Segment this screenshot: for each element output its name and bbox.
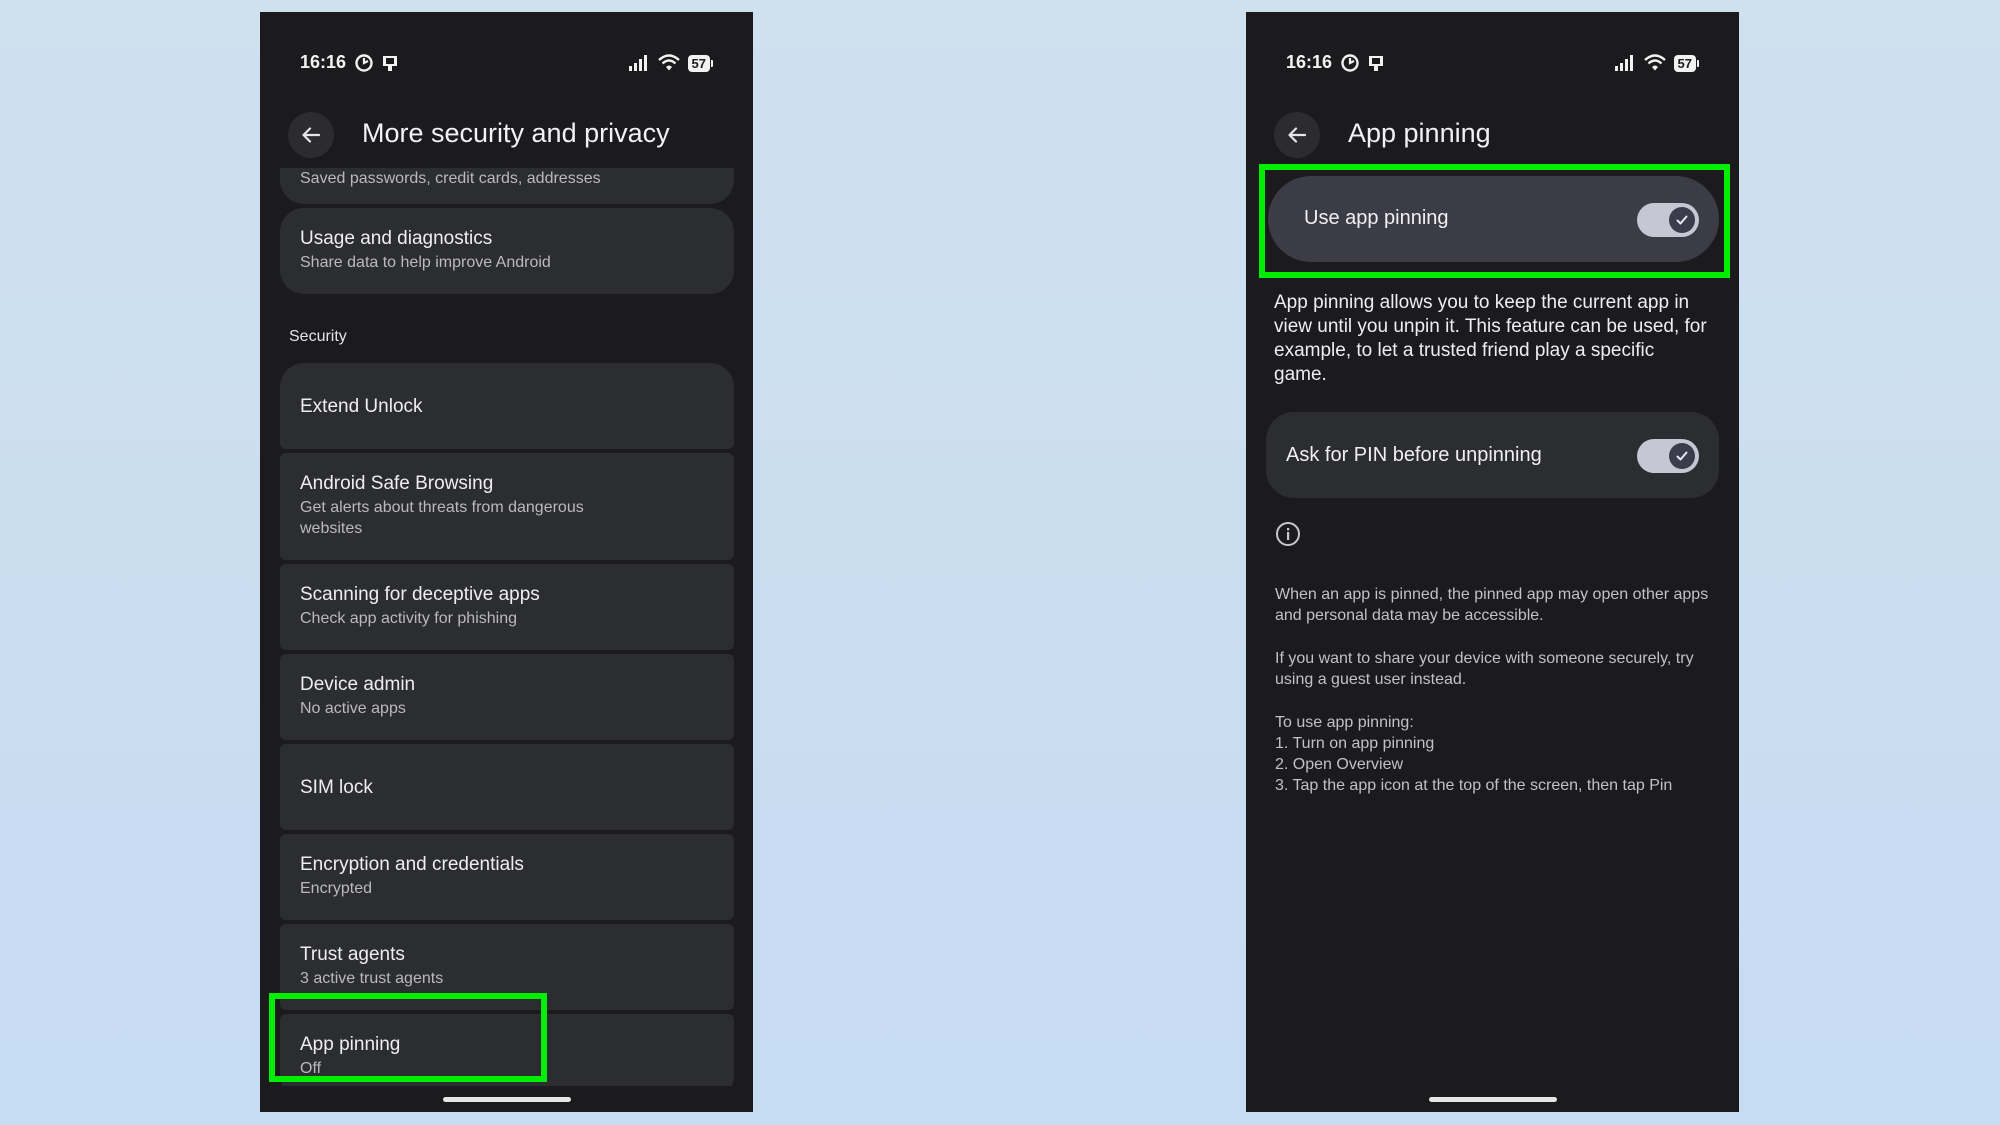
- arrow-back-icon: [302, 127, 321, 143]
- list-item-subtitle: Encrypted: [300, 880, 373, 897]
- back-button[interactable]: [1274, 112, 1320, 158]
- info-icon: [1276, 522, 1300, 546]
- sync-icon: [1341, 54, 1359, 72]
- gesture-nav-handle[interactable]: [1428, 1097, 1557, 1102]
- app-bar: App pinning: [1274, 110, 1719, 160]
- list-item-trust-agents[interactable]: Trust agents 3 active trust agents: [280, 924, 734, 1010]
- use-app-pinning-toggle-row[interactable]: Use app pinning: [1268, 176, 1719, 262]
- list-item-subtitle: No active apps: [300, 700, 406, 717]
- battery-indicator: 57: [1673, 54, 1699, 72]
- footer-step: 1. Turn on app pinning: [1275, 735, 1435, 752]
- list-item-safe-browsing[interactable]: Android Safe Browsing Get alerts about t…: [280, 453, 734, 560]
- list-item-title: Device admin: [300, 674, 416, 695]
- gesture-nav-handle[interactable]: [442, 1097, 571, 1102]
- list-item-title: Android Safe Browsing: [300, 473, 494, 494]
- list-item-title: Scanning for deceptive apps: [300, 584, 540, 605]
- list-item-title: App pinning: [300, 1034, 401, 1055]
- list-item-subtitle: Check app activity for phishing: [300, 610, 517, 627]
- phone-screen-more-security: 16:16 57 More security and privacy Saved…: [260, 12, 753, 1112]
- footer-step: 2. Open Overview: [1275, 756, 1404, 773]
- list-item-subtitle: Saved passwords, credit cards, addresses: [300, 170, 601, 187]
- list-item-autofill[interactable]: Saved passwords, credit cards, addresses: [280, 168, 734, 204]
- signal-icon: [628, 55, 647, 71]
- footer-steps: To use app pinning: 1. Turn on app pinni…: [1275, 712, 1709, 796]
- list-item-subtitle: Share data to help improve Android: [300, 254, 551, 271]
- list-item-subtitle: Get alerts about threats from dangerous …: [300, 499, 584, 537]
- app-bar: More security and privacy: [288, 110, 733, 160]
- back-button[interactable]: [288, 112, 334, 158]
- battery-level: 57: [687, 54, 710, 72]
- status-time: 16:16: [300, 52, 347, 72]
- use-app-pinning-label: Use app pinning: [1304, 207, 1449, 229]
- status-bar: 16:16 57: [1286, 50, 1699, 78]
- list-item-subtitle: Off: [300, 1060, 322, 1077]
- status-time: 16:16: [1286, 52, 1333, 72]
- list-item-title: Trust agents: [300, 944, 405, 965]
- cast-icon: [383, 56, 397, 71]
- cast-icon: [1369, 56, 1383, 71]
- list-item-title: Usage and diagnostics: [300, 228, 493, 249]
- phone-screen-app-pinning: 16:16 57 App pinning Use app pinning App…: [1246, 12, 1739, 1112]
- list-item-deceptive-apps[interactable]: Scanning for deceptive apps Check app ac…: [280, 564, 734, 650]
- list-item-app-pinning[interactable]: App pinning Off: [280, 1014, 734, 1086]
- signal-icon: [1614, 55, 1633, 71]
- list-item-title: SIM lock: [300, 777, 373, 798]
- wifi-icon: [657, 54, 680, 71]
- ask-pin-switch[interactable]: [1637, 439, 1699, 473]
- battery-indicator: 57: [687, 54, 713, 72]
- app-pinning-description: App pinning allows you to keep the curre…: [1274, 292, 1707, 385]
- check-icon: [1676, 215, 1688, 225]
- ask-pin-toggle-row[interactable]: Ask for PIN before unpinning: [1266, 412, 1719, 498]
- list-item-device-admin[interactable]: Device admin No active apps: [280, 654, 734, 740]
- battery-level: 57: [1673, 54, 1696, 72]
- footer-step: 3. Tap the app icon at the top of the sc…: [1275, 777, 1673, 794]
- list-item-extend-unlock[interactable]: Extend Unlock: [280, 363, 734, 449]
- settings-list[interactable]: Saved passwords, credit cards, addresses…: [280, 168, 734, 1086]
- footer-steps-title: To use app pinning:: [1275, 714, 1414, 731]
- list-item-sim-lock[interactable]: SIM lock: [280, 744, 734, 830]
- list-item-encryption[interactable]: Encryption and credentials Encrypted: [280, 834, 734, 920]
- section-header-security: Security: [289, 328, 347, 345]
- check-icon: [1676, 451, 1688, 461]
- status-bar: 16:16 57: [300, 50, 713, 78]
- arrow-back-icon: [1288, 127, 1307, 143]
- sync-icon: [355, 54, 373, 72]
- list-item-title: Extend Unlock: [300, 396, 423, 417]
- list-item-usage-diagnostics[interactable]: Usage and diagnostics Share data to help…: [280, 208, 734, 294]
- use-app-pinning-switch[interactable]: [1637, 203, 1699, 237]
- footer-warning-text: When an app is pinned, the pinned app ma…: [1275, 586, 1709, 624]
- list-item-title: Encryption and credentials: [300, 854, 524, 875]
- list-item-subtitle: 3 active trust agents: [300, 970, 444, 987]
- page-title: App pinning: [1348, 118, 1491, 148]
- wifi-icon: [1643, 54, 1666, 71]
- ask-pin-label: Ask for PIN before unpinning: [1286, 444, 1542, 466]
- footer-guest-text: If you want to share your device with so…: [1275, 650, 1694, 688]
- page-title: More security and privacy: [362, 118, 670, 148]
